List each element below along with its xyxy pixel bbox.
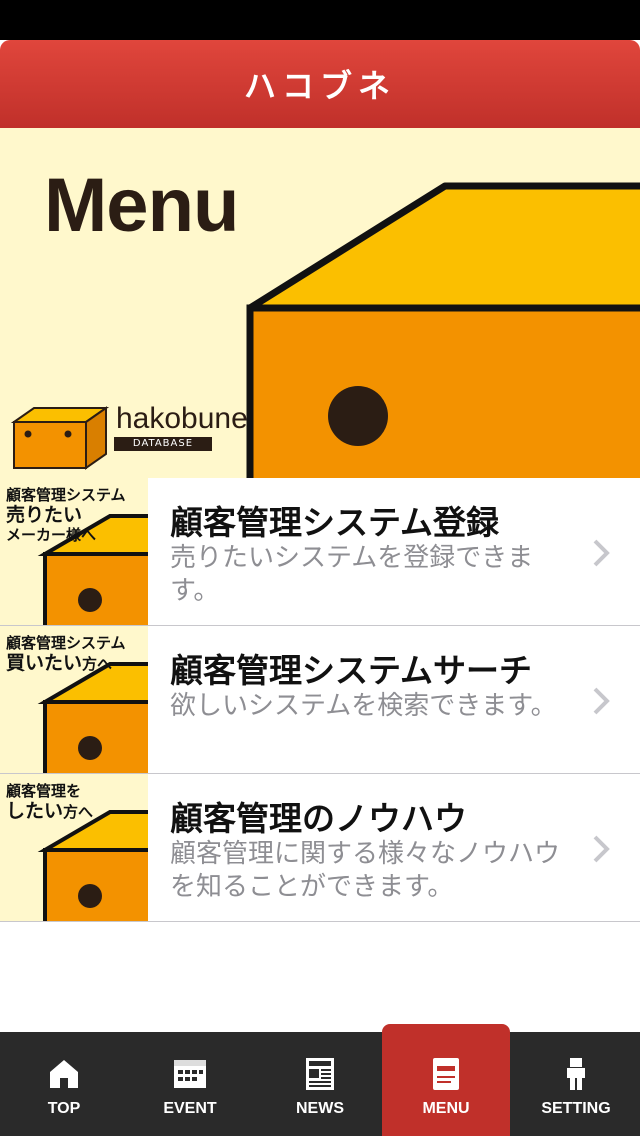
tab-label: EVENT	[163, 1100, 217, 1117]
menu-item-register[interactable]: 顧客管理システム 売りたい メーカー様へ 顧客管理システム登録 売りたいシステム…	[0, 478, 640, 626]
tab-label: SETTING	[541, 1100, 611, 1117]
menu-item-description: 顧客管理に関する様々なノウハウを知ることができます。	[170, 839, 561, 902]
page-title: ハコブネ	[243, 67, 396, 105]
thumb-label-line3: 方へ	[82, 655, 113, 673]
menu-list: 顧客管理システム 売りたい メーカー様へ 顧客管理システム登録 売りたいシステム…	[0, 478, 640, 922]
menu-item-description: 欲しいシステムを検索できます。	[170, 691, 557, 721]
logo-box-icon	[10, 406, 110, 470]
logo-wordmark: hakobune	[116, 402, 248, 435]
tab-label: NEWS	[296, 1100, 344, 1117]
menu-item-thumbnail: 顧客管理を したい方へ	[0, 774, 148, 921]
tab-label: MENU	[422, 1100, 470, 1117]
tab-setting[interactable]: SETTING	[512, 1032, 640, 1136]
banner-heading: Menu	[44, 163, 239, 248]
chevron-right-icon	[593, 687, 610, 715]
menu-item-description: 売りたいシステムを登録できます。	[170, 543, 534, 606]
hakobune-logo: hakobune DATABASE	[10, 402, 248, 474]
home-icon	[50, 1060, 78, 1088]
thumb-label-line1: 顧客管理システム	[6, 486, 126, 504]
menu-item-thumbnail: 顧客管理システム 売りたい メーカー様へ	[0, 478, 148, 625]
tab-event[interactable]: EVENT	[126, 1032, 254, 1136]
tab-label: TOP	[47, 1100, 81, 1117]
newspaper-icon	[306, 1058, 334, 1090]
menu-item-title: 顧客管理のノウハウ	[170, 799, 467, 838]
thumb-label-line2: したい	[6, 800, 64, 822]
person-icon	[567, 1058, 585, 1090]
menu-book-icon	[433, 1058, 459, 1090]
tab-bar: TOP EVENT NEWS MENU SETTING	[0, 1024, 640, 1136]
menu-banner: Menu hakobune DATABASE	[0, 128, 640, 478]
tab-top[interactable]: TOP	[0, 1032, 128, 1136]
thumb-label-line2: 売りたい	[6, 504, 83, 526]
chevron-right-icon	[593, 835, 610, 863]
chevron-right-icon	[593, 539, 610, 567]
menu-item-thumbnail: 顧客管理システム 買いたい方へ	[0, 626, 148, 773]
thumb-label-line3: メーカー様へ	[6, 526, 97, 544]
status-bar	[0, 0, 640, 40]
menu-item-search[interactable]: 顧客管理システム 買いたい方へ 顧客管理システムサーチ 欲しいシステムを検索でき…	[0, 626, 640, 774]
thumb-label-line1: 顧客管理システム	[6, 634, 126, 652]
tab-menu[interactable]: MENU	[382, 1024, 510, 1136]
navigation-bar: ハコブネ	[0, 40, 640, 128]
menu-item-title: 顧客管理システム登録	[170, 503, 500, 542]
calendar-icon	[174, 1060, 206, 1088]
tab-news[interactable]: NEWS	[256, 1032, 384, 1136]
logo-subtitle: DATABASE	[114, 437, 212, 451]
menu-item-title: 顧客管理システムサーチ	[170, 651, 533, 690]
thumb-label-line1: 顧客管理を	[6, 782, 82, 800]
thumb-label-line2: 買いたい	[6, 652, 83, 674]
thumb-label-line3: 方へ	[63, 803, 94, 821]
menu-item-knowhow[interactable]: 顧客管理を したい方へ 顧客管理のノウハウ 顧客管理に関する様々なノウハウを知る…	[0, 774, 640, 922]
